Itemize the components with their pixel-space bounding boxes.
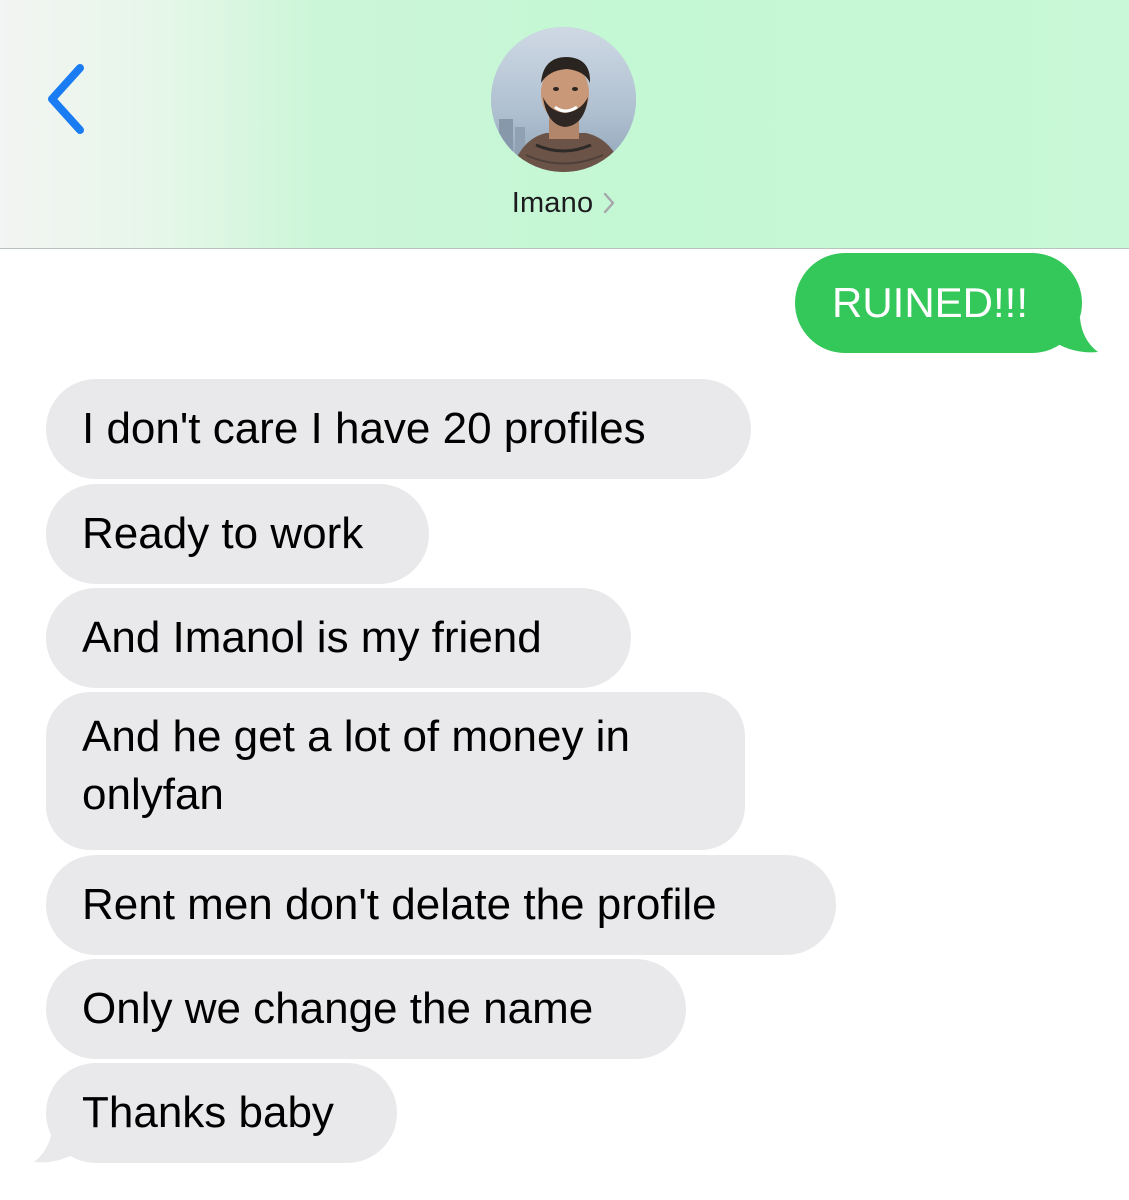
sent-bubble-tail: [1050, 318, 1098, 353]
message-text-line: onlyfan: [82, 770, 224, 819]
message-text: I don't care I have 20 profiles: [82, 404, 646, 453]
message-text: Thanks baby: [82, 1088, 334, 1137]
avatar-photo: [491, 27, 636, 172]
received-message-bubble[interactable]: I don't care I have 20 profiles: [46, 379, 751, 479]
received-message-bubble[interactable]: Only we change the name: [46, 959, 686, 1059]
contact-avatar[interactable]: [491, 27, 636, 172]
received-message-bubble[interactable]: Ready to work: [46, 484, 429, 584]
conversation-header: Imano: [0, 0, 1129, 249]
received-message-bubble[interactable]: Thanks baby: [46, 1063, 397, 1163]
message-text-line: And he get a lot of money in: [82, 712, 630, 761]
sent-message-bubble[interactable]: RUINED!!!: [795, 253, 1082, 353]
received-message-bubble[interactable]: Rent men don't delate the profile: [46, 855, 836, 955]
chevron-right-icon: [604, 192, 615, 214]
contact-info-button[interactable]: Imano: [0, 183, 1129, 223]
message-text: Only we change the name: [82, 984, 594, 1033]
message-text: RUINED!!!: [832, 279, 1029, 326]
message-text: And Imanol is my friend: [82, 613, 542, 662]
messages-screen: Imano RUINED!!! I don't care I have 20 p…: [0, 0, 1129, 1200]
chevron-left-icon: [48, 64, 84, 134]
received-message-bubble[interactable]: And he get a lot of money in onlyfan: [46, 692, 745, 850]
back-button[interactable]: [40, 62, 100, 136]
received-message-bubble[interactable]: And Imanol is my friend: [46, 588, 631, 688]
message-text: Rent men don't delate the profile: [82, 880, 717, 929]
received-bubble-tail: [34, 1128, 82, 1163]
message-text: Ready to work: [82, 509, 364, 558]
contact-name: Imano: [511, 186, 594, 219]
